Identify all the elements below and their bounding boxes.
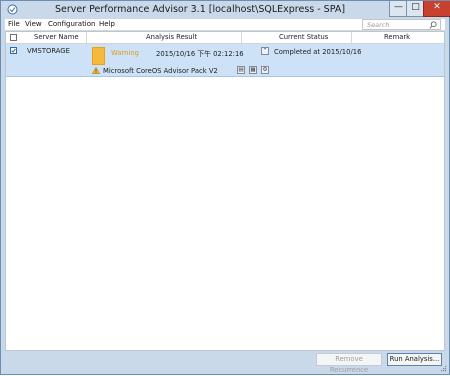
remove-recurrence-button[interactable]: Remove Recurrence: [316, 353, 382, 374]
report-button[interactable]: ▤: [237, 66, 245, 74]
app-icon: [7, 4, 18, 15]
gear-icon: ⚙: [262, 67, 268, 73]
check-icon: [11, 48, 16, 53]
document-icon: ▤: [238, 67, 244, 73]
compare-button[interactable]: ▦: [249, 66, 257, 74]
server-list-panel: Server Name Analysis Result Current Stat…: [5, 31, 445, 351]
column-divider[interactable]: [351, 32, 352, 43]
column-analysis-result[interactable]: Analysis Result: [146, 33, 197, 41]
result-level: Warning: [111, 49, 139, 57]
search-icon[interactable]: [429, 21, 437, 29]
column-divider[interactable]: [241, 32, 242, 43]
column-server-name[interactable]: Server Name: [34, 33, 79, 41]
search-input[interactable]: Search: [362, 19, 441, 30]
close-icon: ✕: [433, 2, 441, 12]
run-analysis-button[interactable]: Run Analysis...: [387, 353, 442, 366]
maximize-icon: □: [411, 2, 420, 12]
server-name: VMSTORAGE: [27, 47, 70, 55]
table-row[interactable]: VMSTORAGE Warning 2015/10/16 下午 02:12:16…: [6, 44, 444, 77]
menu-view[interactable]: View: [25, 20, 42, 28]
window-title: Server Performance Advisor 3.1 [localhos…: [54, 4, 346, 15]
menu-configuration[interactable]: Configuration: [48, 20, 95, 28]
minimize-icon: —: [394, 2, 403, 12]
select-all-checkbox[interactable]: [10, 34, 17, 41]
warning-indicator: [92, 47, 105, 65]
menu-help[interactable]: Help: [99, 20, 115, 28]
menu-file[interactable]: File: [8, 20, 20, 28]
column-remark[interactable]: Remark: [384, 33, 410, 41]
chart-icon: ▦: [250, 67, 256, 73]
main-window: Server Performance Advisor 3.1 [localhos…: [0, 0, 450, 375]
chevron-up-icon: ⌃: [262, 48, 268, 54]
advisor-pack-name: Microsoft CoreOS Advisor Pack V2: [103, 67, 218, 75]
collapse-button[interactable]: ⌃: [261, 47, 269, 55]
close-button[interactable]: ✕: [423, 1, 450, 17]
resize-grip-icon[interactable]: [440, 365, 447, 372]
table-header: Server Name Analysis Result Current Stat…: [6, 32, 444, 44]
warning-icon: [92, 67, 100, 74]
analysis-time: 2015/10/16 下午 02:12:16: [156, 50, 244, 58]
search-placeholder: Search: [367, 21, 390, 29]
current-status: Completed at 2015/10/16: [274, 48, 362, 56]
title-bar[interactable]: Server Performance Advisor 3.1 [localhos…: [1, 1, 450, 19]
column-divider[interactable]: [86, 32, 87, 43]
settings-button[interactable]: ⚙: [261, 66, 269, 74]
row-checkbox[interactable]: [10, 47, 17, 54]
column-current-status[interactable]: Current Status: [279, 33, 328, 41]
